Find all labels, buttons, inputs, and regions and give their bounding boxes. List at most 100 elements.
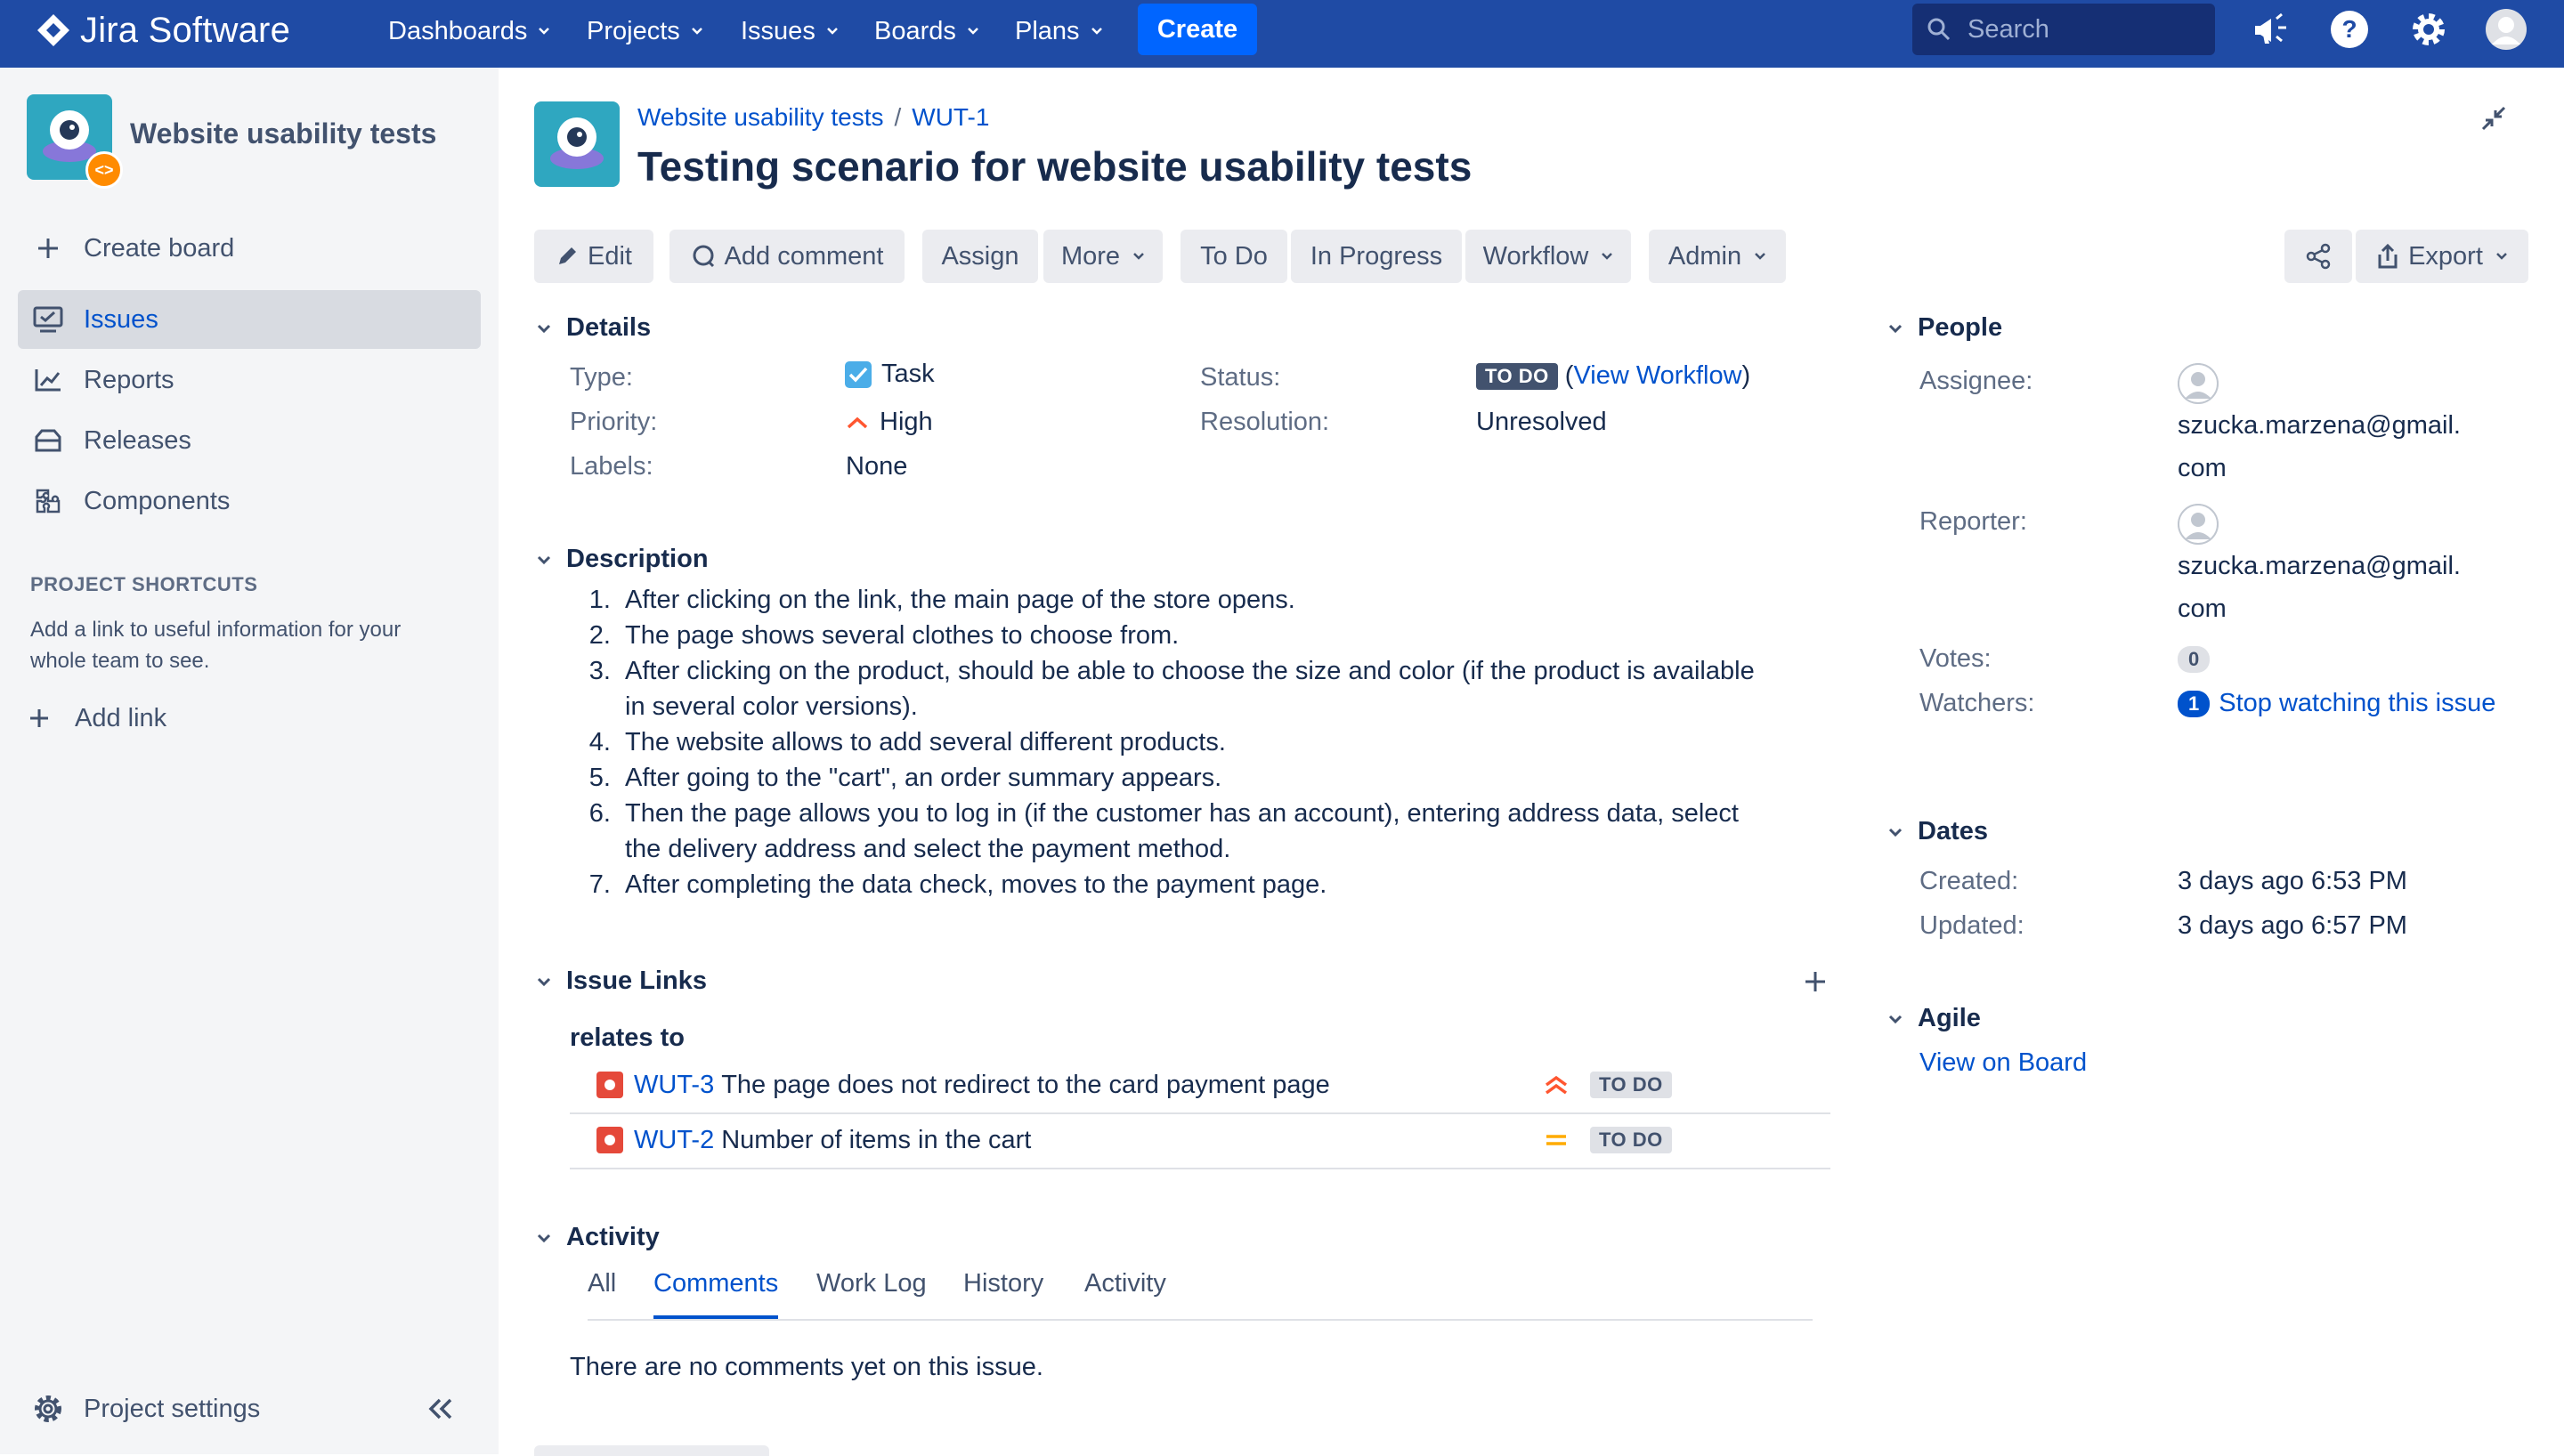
project-avatar[interactable] <box>534 101 620 187</box>
tab-comments[interactable]: Comments <box>653 1269 779 1319</box>
add-link-icon[interactable] <box>1804 970 1827 998</box>
description-section-toggle[interactable]: Description <box>536 545 709 574</box>
description-list[interactable]: After clicking on the link, the main pag… <box>552 582 1775 902</box>
assignee-avatar[interactable] <box>2178 363 2219 404</box>
list-item: After completing the data check, moves t… <box>618 867 1775 902</box>
linked-issue-row[interactable]: WUT-2 Number of items in the cart TO DO <box>570 1112 1830 1169</box>
admin-button[interactable]: Admin <box>1649 230 1786 283</box>
votes-value[interactable]: 0 <box>2178 646 2211 673</box>
share-button[interactable] <box>2284 230 2352 283</box>
chevron-down-icon <box>1091 28 1102 35</box>
nav-boards[interactable]: Boards <box>874 12 979 50</box>
details-section-toggle[interactable]: Details <box>536 313 651 343</box>
sidebar-item-label: Releases <box>84 425 191 455</box>
priority-high-icon <box>847 417 868 428</box>
to-do-button[interactable]: To Do <box>1181 230 1287 283</box>
to-do-label: To Do <box>1200 241 1268 271</box>
activity-section-toggle[interactable]: Activity <box>536 1223 660 1252</box>
priority-value: High <box>846 408 933 437</box>
priority-medium-icon <box>1546 1135 1566 1145</box>
plus-icon <box>21 708 57 729</box>
notifications-icon[interactable] <box>2251 9 2292 50</box>
nav-issues[interactable]: Issues <box>741 12 839 50</box>
resolution-value: Unresolved <box>1476 408 1607 436</box>
linked-issue-key[interactable]: WUT-2 <box>634 1126 714 1155</box>
agile-section-toggle[interactable]: Agile <box>1887 1004 1981 1033</box>
tab-activity[interactable]: Activity <box>1084 1269 1166 1315</box>
sidebar-item-reports[interactable]: Reports <box>18 351 481 409</box>
people-section-toggle[interactable]: People <box>1887 313 2002 343</box>
jira-logo[interactable]: Jira Software <box>36 0 290 61</box>
nav-boards-label: Boards <box>874 16 956 45</box>
nav-dashboards[interactable]: Dashboards <box>388 12 550 50</box>
sidebar-item-issues[interactable]: Issues <box>18 290 481 349</box>
sidebar-item-releases[interactable]: Releases <box>18 411 481 470</box>
search-box[interactable] <box>1912 4 2215 55</box>
list-item: After clicking on the link, the main pag… <box>618 582 1775 618</box>
issue-links-heading: Issue Links <box>566 967 707 995</box>
export-button[interactable]: Export <box>2356 230 2528 283</box>
breadcrumb-separator: / <box>894 103 902 131</box>
export-label: Export <box>2408 241 2483 271</box>
add-link-button[interactable]: Add link <box>9 689 472 748</box>
tab-work-log[interactable]: Work Log <box>816 1269 927 1315</box>
labels-label: Labels: <box>570 452 653 481</box>
nav-plans[interactable]: Plans <box>1015 12 1103 50</box>
assignee-email-line1[interactable]: szucka.marzena@gmail. <box>2178 411 2461 441</box>
watchers-count[interactable]: 1 <box>2178 690 2211 717</box>
releases-icon <box>30 428 66 453</box>
profile-avatar[interactable] <box>2486 9 2527 50</box>
chevron-down-icon <box>1755 253 1765 260</box>
collapse-sidebar-icon[interactable] <box>427 1397 454 1425</box>
reporter-email-line2[interactable]: com <box>2178 595 2227 624</box>
dates-section-toggle[interactable]: Dates <box>1887 817 1988 846</box>
type-text: Task <box>881 360 935 388</box>
pencil-icon <box>559 247 576 264</box>
settings-icon[interactable] <box>2408 9 2449 50</box>
issue-links-section-toggle[interactable]: Issue Links <box>536 967 707 996</box>
add-comment-button[interactable]: Add comment <box>669 230 905 283</box>
assign-label: Assign <box>941 241 1019 271</box>
reporter-avatar[interactable] <box>2178 504 2219 545</box>
linked-issue-row[interactable]: WUT-3 The page does not redirect to the … <box>570 1057 1830 1114</box>
edit-button[interactable]: Edit <box>534 230 653 283</box>
in-progress-button[interactable]: In Progress <box>1291 230 1462 283</box>
minimize-icon[interactable] <box>2480 105 2507 136</box>
bug-icon <box>596 1127 623 1153</box>
tab-all[interactable]: All <box>588 1269 616 1315</box>
view-on-board-link[interactable]: View on Board <box>1919 1048 2087 1078</box>
assignee-email-line2[interactable]: com <box>2178 454 2227 483</box>
breadcrumb-issue-key[interactable]: WUT-1 <box>912 103 989 132</box>
tab-history[interactable]: History <box>963 1269 1043 1315</box>
relation-label: relates to <box>570 1023 685 1052</box>
sidebar-item-components[interactable]: Components <box>18 472 481 530</box>
edit-label: Edit <box>588 241 632 271</box>
stop-watching-link[interactable]: Stop watching this issue <box>2219 689 2495 718</box>
issues-icon <box>30 306 66 333</box>
create-button[interactable]: Create <box>1138 4 1257 55</box>
issue-title[interactable]: Testing scenario for website usability t… <box>637 142 1472 190</box>
help-icon[interactable]: ? <box>2329 9 2370 50</box>
assign-button[interactable]: Assign <box>922 230 1038 283</box>
workflow-button[interactable]: Workflow <box>1465 230 1631 283</box>
reporter-email-line1[interactable]: szucka.marzena@gmail. <box>2178 552 2461 581</box>
project-settings-button[interactable]: Project settings <box>18 1379 481 1438</box>
updated-value: 3 days ago 6:57 PM <box>2178 911 2407 940</box>
view-workflow-link[interactable]: View Workflow <box>1573 361 1741 391</box>
search-icon <box>1927 18 1951 41</box>
project-logo-icon <box>550 117 604 169</box>
reports-icon <box>30 368 66 392</box>
chevron-down-icon <box>537 324 551 333</box>
create-board-button[interactable]: Create board <box>18 219 481 278</box>
breadcrumb-project-link[interactable]: Website usability tests <box>637 103 884 132</box>
more-button[interactable]: More <box>1043 230 1163 283</box>
votes-label: Votes: <box>1919 644 1992 673</box>
workflow-label: Workflow <box>1482 241 1589 271</box>
linked-issue-key[interactable]: WUT-3 <box>634 1071 714 1100</box>
nav-dashboards-label: Dashboards <box>388 16 528 45</box>
watchers-label: Watchers: <box>1919 689 2035 717</box>
add-link-label: Add link <box>75 703 167 732</box>
search-input[interactable] <box>1966 13 2201 45</box>
comment-button-partial[interactable] <box>534 1445 769 1456</box>
nav-projects[interactable]: Projects <box>587 12 703 50</box>
